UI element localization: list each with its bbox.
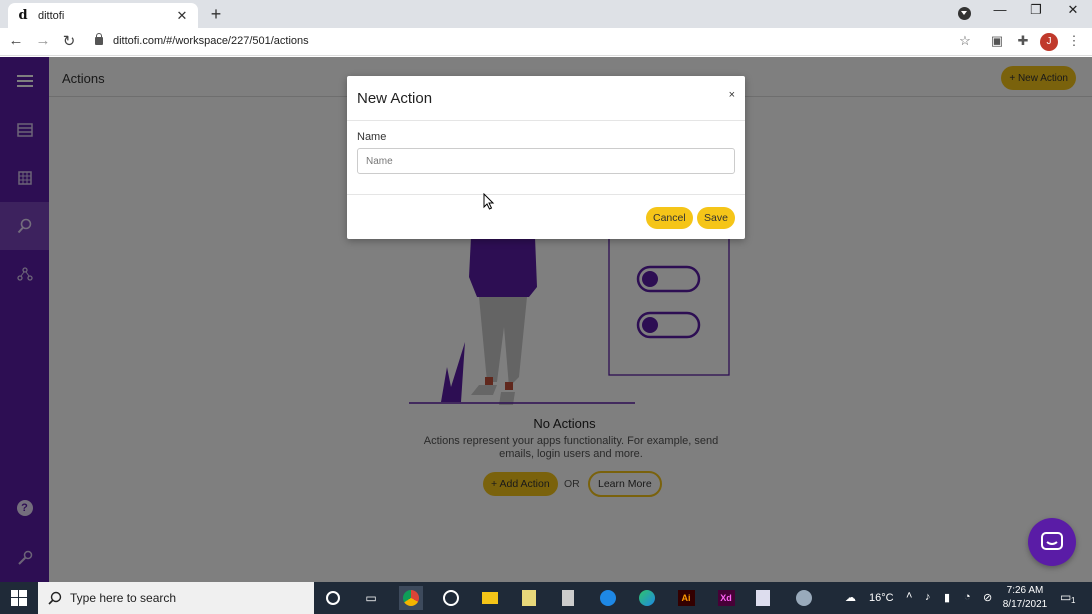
new-tab-icon[interactable]: + <box>206 4 226 25</box>
volume-icon[interactable]: ♪ <box>925 591 931 603</box>
weather-icon[interactable]: ☁ <box>845 591 856 604</box>
taskbar-search-text: Type here to search <box>70 591 177 605</box>
file-explorer-icon[interactable] <box>478 586 502 610</box>
adobe-xd-icon[interactable]: Xd <box>714 586 738 610</box>
temperature[interactable]: 16°C <box>869 592 894 604</box>
modal-title: New Action <box>357 90 433 107</box>
browser-toolbar: ← → ↻ dittofi.com/#/workspace/227/501/ac… <box>0 28 1092 56</box>
notifications-icon[interactable]: ▭ <box>1060 590 1071 604</box>
edge-icon[interactable] <box>635 586 659 610</box>
windows-taskbar: Type here to search ▭ Ai Xd ☁ 16°C ˄ ♪ ▮… <box>0 582 1092 614</box>
close-tab-icon[interactable]: ✕ <box>174 8 190 24</box>
task-view-icon[interactable]: ▭ <box>359 586 383 610</box>
back-icon[interactable]: ← <box>6 32 26 49</box>
app-icon[interactable] <box>751 586 775 610</box>
cortana-icon[interactable] <box>321 586 345 610</box>
network-status-icon[interactable]: ⊘ <box>983 591 992 604</box>
reload-icon[interactable]: ↻ <box>59 32 79 50</box>
clock-time: 7:26 AM <box>1006 585 1044 596</box>
wifi-icon[interactable]: ◔ <box>964 591 971 603</box>
extension-icon[interactable]: ▣ <box>988 33 1006 49</box>
save-button[interactable]: Save <box>697 207 735 229</box>
close-window-icon[interactable]: ✕ <box>1059 2 1087 18</box>
modal-header: New Action × <box>347 76 745 121</box>
illustrator-icon[interactable]: Ai <box>674 586 698 610</box>
browser-tab[interactable]: d dittofi ✕ <box>8 3 198 28</box>
tab-title: dittofi <box>38 9 65 22</box>
new-action-modal: New Action × Name Cancel Save <box>347 76 745 239</box>
minimize-icon[interactable]: — <box>986 2 1014 17</box>
taskbar-search[interactable]: Type here to search <box>38 582 314 614</box>
windows-start-icon[interactable] <box>0 582 38 614</box>
chat-icon <box>1041 532 1063 550</box>
name-input[interactable] <box>357 148 735 174</box>
chrome-icon[interactable] <box>399 586 423 610</box>
search-icon <box>48 591 62 605</box>
skype-icon[interactable] <box>596 586 620 610</box>
mouse-cursor-icon <box>483 193 495 210</box>
clock-date: 8/17/2021 <box>1002 599 1048 610</box>
close-icon[interactable]: × <box>729 89 735 101</box>
tray-chevron-icon[interactable]: ˄ <box>906 590 912 602</box>
restore-icon[interactable]: ❐ <box>1022 2 1050 18</box>
notepad-icon[interactable] <box>517 586 541 610</box>
obs-icon[interactable] <box>439 586 463 610</box>
extensions-puzzle-icon[interactable]: ✚ <box>1014 33 1032 49</box>
notification-count: 1 <box>1071 596 1076 605</box>
cancel-button[interactable]: Cancel <box>646 207 693 229</box>
dittofi-favicon-icon: d <box>18 8 28 23</box>
system-clock[interactable]: 7:26 AM 8/17/2021 <box>998 584 1052 612</box>
modal-divider <box>347 194 745 195</box>
bookmark-star-icon[interactable]: ☆ <box>956 33 974 49</box>
chat-launcher-button[interactable] <box>1028 518 1076 566</box>
name-label: Name <box>357 131 387 143</box>
lock-icon <box>95 33 103 45</box>
battery-icon[interactable]: ▮ <box>944 591 950 604</box>
forward-icon[interactable]: → <box>33 32 53 49</box>
profile-avatar[interactable]: J <box>1040 33 1058 51</box>
app-globe-icon[interactable] <box>792 586 816 610</box>
more-menu-icon[interactable]: ⋮ <box>1065 33 1083 49</box>
browser-tab-bar: d dittofi ✕ + — ❐ ✕ <box>0 0 1092 28</box>
address-bar[interactable]: dittofi.com/#/workspace/227/501/actions <box>113 35 309 47</box>
calculator-icon[interactable] <box>556 586 580 610</box>
tab-search-icon[interactable] <box>958 7 971 20</box>
